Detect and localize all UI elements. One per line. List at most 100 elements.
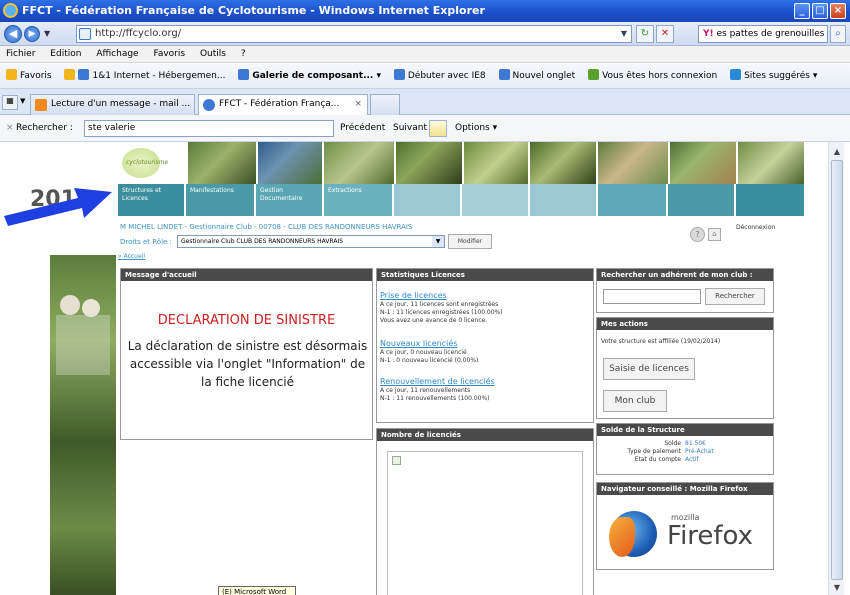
annotation-arrow-icon xyxy=(4,188,112,226)
header-photo xyxy=(188,142,256,184)
close-button[interactable]: × xyxy=(830,3,846,19)
search-input[interactable]: Y! es pattes de grenouilles xyxy=(698,25,828,43)
solde-values: 81.50€ Pré-Achat Actif xyxy=(685,440,714,463)
web-page: cyclotourisme 2014 Structures et Licence… xyxy=(14,142,826,595)
stat-title-link[interactable]: Nouveaux licenciés xyxy=(380,339,592,349)
help-icon[interactable]: ? xyxy=(690,227,705,242)
nav-tile-empty xyxy=(736,184,804,216)
licencies-count-header: Nombre de licenciés xyxy=(377,429,593,441)
deconnexion-link[interactable]: Déconnexion xyxy=(736,224,775,231)
favorite-item-debuter[interactable]: Débuter avec IE8 xyxy=(393,63,486,89)
menu-edition[interactable]: Edition xyxy=(50,49,81,59)
lock-icon[interactable]: ⌂ xyxy=(708,228,721,241)
nav-tile-empty xyxy=(462,184,528,216)
header-photo xyxy=(738,142,804,184)
solde-header: Solde de la Structure xyxy=(597,424,773,436)
find-previous-button[interactable]: Précédent xyxy=(340,119,385,138)
highlight-icon[interactable] xyxy=(429,120,447,137)
favorite-item-nouvel-onglet[interactable]: Nouvel onglet xyxy=(498,63,575,89)
find-options-button[interactable]: Options ▾ xyxy=(455,119,497,138)
firefox-text: Firefox xyxy=(667,521,754,551)
back-arrow-icon[interactable]: ◀ xyxy=(4,25,22,43)
tab-mail[interactable]: Lecture d'un message - mail ... xyxy=(30,94,195,115)
scrollbar-thumb[interactable] xyxy=(831,160,843,580)
star-icon xyxy=(6,69,17,80)
menu-outils[interactable]: Outils xyxy=(200,49,226,59)
welcome-header: Message d'accueil xyxy=(121,269,372,281)
quick-tabs-icon[interactable]: ▦ xyxy=(2,95,18,110)
nav-manifestations[interactable]: Manifestations xyxy=(186,184,254,216)
menu-favoris[interactable]: Favoris xyxy=(153,49,185,59)
new-tab-button[interactable] xyxy=(370,94,400,115)
header-photo xyxy=(464,142,528,184)
ie-page-icon xyxy=(498,69,510,80)
sinistre-message: La déclaration de sinistre est désormais… xyxy=(127,339,368,389)
offline-icon xyxy=(588,69,600,80)
tab-ffct[interactable]: FFCT - Fédération França... × xyxy=(198,94,368,115)
nav-tile-empty xyxy=(668,184,734,216)
header-photo xyxy=(530,142,596,184)
member-search-button[interactable]: Rechercher xyxy=(705,288,765,305)
header-photo xyxy=(670,142,736,184)
favorite-item-sites-suggeres[interactable]: Sites suggérés ▾ xyxy=(730,63,817,89)
affiliation-text: Votre structure est affiliée (19/02/2014… xyxy=(601,338,721,345)
ie-page-icon xyxy=(393,69,405,80)
close-find-icon[interactable]: × xyxy=(6,115,14,142)
stop-icon[interactable]: ✕ xyxy=(656,25,674,43)
saisie-licences-button[interactable]: Saisie de licences xyxy=(603,358,695,380)
ie-page-icon xyxy=(78,69,90,80)
browser-header: Navigateur conseillé : Mozilla Firefox xyxy=(597,483,773,495)
stats-header: Statistiques Licences xyxy=(377,269,593,281)
yahoo-icon: Y! xyxy=(703,29,714,39)
role-label: Droits et Rôle : xyxy=(120,238,172,246)
page-icon xyxy=(79,28,91,40)
find-next-button[interactable]: Suivant xyxy=(393,119,427,138)
close-tab-icon[interactable]: × xyxy=(354,95,362,114)
favorite-item-1and1[interactable]: 1&1 Internet - Hébergemen... xyxy=(64,63,225,89)
favorite-item-hors-connexion[interactable]: Vous êtes hors connexion xyxy=(588,63,717,89)
search-go-icon[interactable]: ⌕ xyxy=(830,25,846,43)
header-photo xyxy=(396,142,462,184)
scroll-down-icon[interactable]: ▼ xyxy=(831,582,843,594)
firefox-logo[interactable]: mozilla Firefox xyxy=(609,505,759,565)
member-search-input[interactable] xyxy=(603,289,701,304)
favorites-bar: Favoris 1&1 Internet - Hébergemen... Gal… xyxy=(0,63,850,89)
menu-bar: Fichier Edition Affichage Favoris Outils… xyxy=(0,46,850,63)
refresh-icon[interactable]: ↻ xyxy=(636,25,654,43)
nav-extractions[interactable]: Extractions xyxy=(324,184,392,216)
stat-title-link[interactable]: Prise de licences xyxy=(380,291,592,301)
find-input[interactable]: ste valerie xyxy=(84,120,334,137)
stats-block-nouveaux: Nouveaux licenciés A ce jour, 0 nouveau … xyxy=(380,339,592,365)
address-dropdown-icon[interactable]: ▼ xyxy=(621,26,627,42)
solde-labels: Solde Type de paiement Etat du compte xyxy=(627,440,681,463)
history-dropdown-icon[interactable]: ▼ xyxy=(44,29,50,38)
tab-bar: ▦ ▼ Lecture d'un message - mail ... FFCT… xyxy=(0,89,850,115)
header-photo xyxy=(324,142,394,184)
minimize-button[interactable]: _ xyxy=(794,3,810,19)
maximize-button[interactable]: □ xyxy=(812,3,828,19)
address-bar[interactable]: http://ffcyclo.org/ ▼ xyxy=(76,25,632,43)
menu-fichier[interactable]: Fichier xyxy=(6,49,35,59)
window-title: FFCT - Fédération Française de Cyclotour… xyxy=(22,4,485,17)
tab-list-icon[interactable]: ▼ xyxy=(20,97,25,105)
vertical-scrollbar[interactable]: ▲ ▼ xyxy=(828,142,844,595)
favorites-button[interactable]: Favoris xyxy=(6,63,52,89)
stats-block-renouvellement: Renouvellement de licenciés A ce jour, 1… xyxy=(380,377,592,403)
nav-gestion-documentaire[interactable]: Gestion Documentaire xyxy=(256,184,322,216)
scroll-up-icon[interactable]: ▲ xyxy=(831,146,843,158)
menu-help[interactable]: ? xyxy=(241,49,246,59)
forward-arrow-icon[interactable]: ▶ xyxy=(24,26,40,42)
favorite-item-galerie[interactable]: Galerie de composant... ▾ xyxy=(238,63,381,89)
welcome-panel: Message d'accueil DECLARATION DE SINISTR… xyxy=(120,268,373,440)
menu-affichage[interactable]: Affichage xyxy=(96,49,138,59)
stat-title-link[interactable]: Renouvellement de licenciés xyxy=(380,377,592,387)
mail-icon xyxy=(35,99,47,111)
modifier-button[interactable]: Modifier xyxy=(448,234,492,249)
solde-panel: Solde de la Structure Solde Type de paie… xyxy=(596,423,774,475)
breadcrumb-accueil[interactable]: » Accueil xyxy=(118,253,145,260)
sinistre-title: DECLARATION DE SINISTRE xyxy=(157,313,336,328)
nav-structures-licences[interactable]: Structures et Licences xyxy=(118,184,184,216)
mon-club-button[interactable]: Mon club xyxy=(603,390,667,412)
role-select[interactable]: Gestionnaire Club CLUB DES RANDONNEURS H… xyxy=(177,235,445,248)
cyclists-photo xyxy=(50,255,116,595)
